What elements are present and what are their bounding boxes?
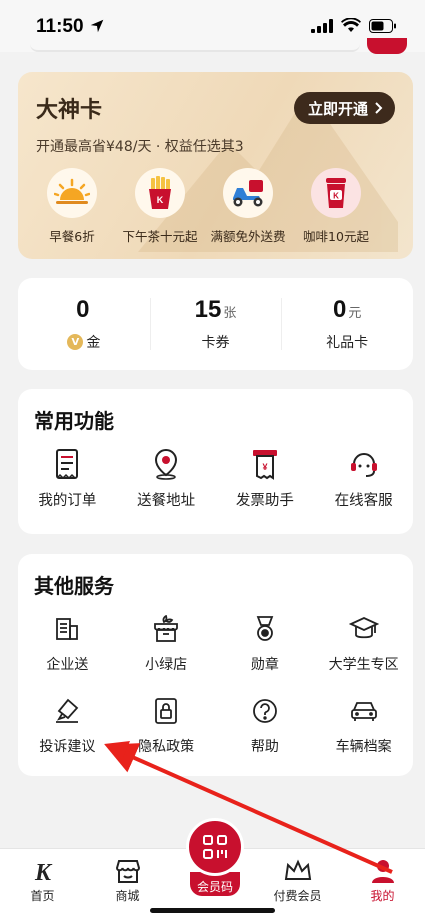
order-list-icon — [50, 447, 84, 481]
other-services-row: 投诉建议 隐私政策 帮助 车辆档案 — [18, 694, 413, 756]
benefit-label: 下午茶十元起 — [122, 229, 198, 244]
enterprise-delivery-button[interactable]: 企业送 — [18, 612, 117, 674]
asset-label: 卡券 — [201, 335, 230, 351]
benefit-afternoon-tea[interactable]: K 下午茶十元起 — [116, 168, 204, 245]
headset-icon — [347, 447, 381, 481]
delivery-scooter-icon — [223, 168, 273, 218]
grid-label: 在线客服 — [334, 493, 393, 509]
asset-gold[interactable]: 0 V 金 — [18, 278, 150, 370]
vehicle-records-button[interactable]: 车辆档案 — [314, 694, 413, 756]
car-icon — [347, 694, 381, 728]
benefit-label: 满额免外送费 — [210, 229, 286, 244]
header-peek — [30, 44, 360, 52]
battery-icon — [369, 18, 396, 33]
wifi-icon — [341, 18, 361, 32]
benefit-coffee[interactable]: K 咖啡10元起 — [292, 168, 380, 245]
nav-mine[interactable]: 我的 — [340, 849, 425, 919]
nav-label: 商城 — [115, 889, 140, 903]
crown-icon — [283, 857, 313, 885]
coffee-cup-icon: K — [311, 168, 361, 218]
help-button[interactable]: 帮助 — [216, 694, 315, 756]
grid-label: 发票助手 — [235, 493, 294, 509]
location-pin-icon — [149, 447, 183, 481]
grid-label: 我的订单 — [38, 493, 97, 509]
benefit-label: 早餐6折 — [49, 229, 95, 244]
benefit-breakfast[interactable]: 早餐6折 — [28, 168, 116, 245]
home-indicator — [150, 908, 275, 913]
member-code-button[interactable] — [186, 818, 244, 876]
section-title: 常用功能 — [34, 409, 114, 433]
privacy-lock-icon — [149, 694, 183, 728]
status-icons — [311, 18, 397, 33]
asset-value: 15 张 — [194, 296, 237, 323]
asset-gift-card[interactable]: 0元 礼品卡 — [281, 278, 413, 370]
invoice-assistant-button[interactable]: ¥ 发票助手 — [216, 447, 315, 510]
grid-label: 小绿店 — [145, 657, 188, 673]
member-code-label: 会员码 — [196, 880, 233, 894]
grid-label: 隐私政策 — [138, 739, 195, 755]
nav-label: 首页 — [30, 889, 55, 903]
store-icon — [113, 857, 143, 885]
my-orders-button[interactable]: 我的订单 — [18, 447, 117, 510]
svg-text:K: K — [157, 195, 164, 205]
asset-value: 0元 — [332, 296, 362, 323]
fries-icon: K — [135, 168, 185, 218]
feedback-edit-icon — [50, 694, 84, 728]
status-time: 11:50 — [36, 16, 84, 37]
dashen-card-banner[interactable]: 大神卡 立即开通 开通最高省¥48/天 · 权益任选其3 早餐6折 K 下午茶十… — [18, 72, 413, 259]
other-services-row: 企业送 小绿店 勋章 大学生专区 — [18, 612, 413, 674]
chevron-right-icon — [375, 102, 383, 114]
dashen-card-subtitle: 开通最高省¥48/天 · 权益任选其3 — [36, 139, 244, 155]
asset-coupons[interactable]: 15 张 卡券 — [149, 278, 282, 370]
location-arrow-icon — [90, 19, 104, 33]
nav-home[interactable]: K 首页 — [0, 849, 85, 919]
svg-text:¥: ¥ — [262, 462, 267, 472]
grid-label: 车辆档案 — [335, 739, 392, 755]
grid-label: 勋章 — [250, 657, 279, 673]
activate-now-label: 立即开通 — [307, 99, 368, 118]
grid-label: 帮助 — [250, 739, 279, 755]
complaints-suggestions-button[interactable]: 投诉建议 — [18, 694, 117, 756]
online-service-button[interactable]: 在线客服 — [314, 447, 413, 510]
member-code-icon — [203, 835, 227, 859]
activate-now-button[interactable]: 立即开通 — [293, 92, 395, 124]
asset-label: 礼品卡 — [326, 335, 369, 351]
nav-label: 付费会员 — [273, 889, 322, 903]
building-icon — [50, 612, 84, 646]
grid-label: 大学生专区 — [328, 657, 399, 673]
green-store-button[interactable]: 小绿店 — [117, 612, 216, 674]
green-store-icon — [149, 612, 183, 646]
kfc-logo-icon: K — [28, 857, 58, 885]
assets-card: 0 V 金 15 张 卡券 0元 礼品卡 — [18, 278, 413, 370]
grid-label: 企业送 — [46, 657, 89, 673]
header-logo-peek — [367, 38, 407, 54]
dashen-card-title: 大神卡 — [36, 98, 103, 123]
grid-label: 投诉建议 — [39, 739, 96, 755]
cellular-signal-icon — [311, 18, 333, 33]
user-icon — [368, 857, 398, 885]
svg-text:K: K — [333, 192, 339, 201]
benefit-free-delivery[interactable]: 满额免外送费 — [204, 168, 292, 245]
asset-value: 0 — [76, 296, 90, 323]
sunrise-icon — [47, 168, 97, 218]
nav-label: 我的 — [370, 889, 395, 903]
help-icon — [248, 694, 282, 728]
medal-icon — [248, 612, 282, 646]
coin-icon: V — [67, 334, 84, 350]
benefit-label: 咖啡10元起 — [303, 229, 369, 244]
dashen-benefits: 早餐6折 K 下午茶十元起 满额免外送费 K 咖啡10元起 — [28, 168, 403, 245]
section-title: 其他服务 — [34, 574, 114, 598]
delivery-address-button[interactable]: 送餐地址 — [117, 447, 216, 510]
svg-text:K: K — [33, 860, 52, 883]
asset-label: V 金 — [67, 332, 100, 352]
college-zone-button[interactable]: 大学生专区 — [314, 612, 413, 674]
invoice-icon: ¥ — [248, 447, 282, 481]
common-functions-card: 常用功能 我的订单 送餐地址 ¥ 发票助手 在线客服 — [18, 389, 413, 534]
privacy-policy-button[interactable]: 隐私政策 — [117, 694, 216, 756]
graduation-cap-icon — [347, 612, 381, 646]
other-services-card: 其他服务 企业送 小绿店 勋章 大学生专区 投诉建议 隐私政策 帮助 车辆档案 — [18, 554, 413, 776]
grid-label: 送餐地址 — [137, 493, 196, 509]
common-functions-grid: 我的订单 送餐地址 ¥ 发票助手 在线客服 — [18, 447, 413, 510]
medals-button[interactable]: 勋章 — [216, 612, 315, 674]
